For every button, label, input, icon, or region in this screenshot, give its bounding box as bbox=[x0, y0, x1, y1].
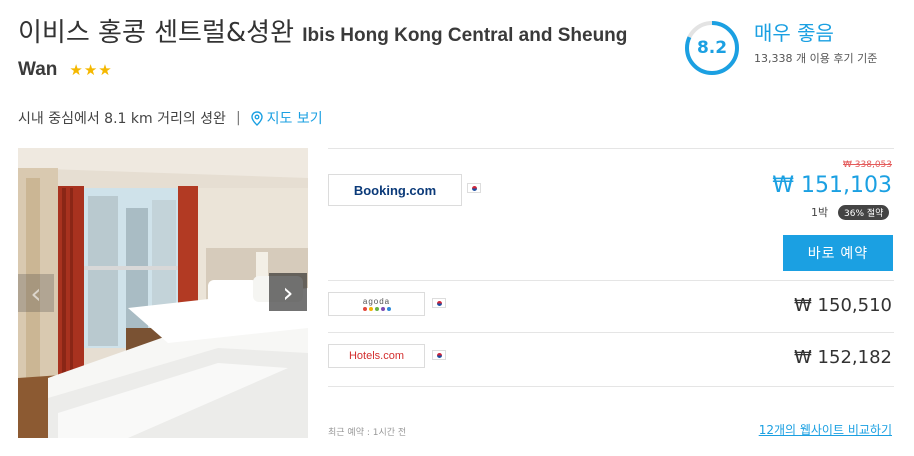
provider-logo-booking[interactable]: Booking.com bbox=[328, 174, 462, 206]
provider-logo-hotels[interactable]: Hotels.com bbox=[328, 344, 425, 368]
photo-next-arrow-icon[interactable]: › bbox=[269, 273, 307, 311]
recent-booking-text: 최근 예약 : 1시간 전 bbox=[328, 428, 407, 438]
hotels-price[interactable]: ₩ 152,182 bbox=[794, 347, 892, 368]
rating-score: 8.2 bbox=[696, 38, 728, 58]
provider-name: Booking.com bbox=[353, 182, 437, 198]
hotel-name-en-cont: Wan bbox=[18, 59, 58, 80]
best-price[interactable]: ₩ 151,103 bbox=[772, 173, 892, 198]
flag-kr-icon bbox=[467, 183, 481, 193]
rating-label: 매우 좋음 bbox=[754, 21, 834, 45]
agoda-price[interactable]: ₩ 150,510 bbox=[794, 295, 892, 316]
flag-kr-icon bbox=[432, 350, 446, 360]
review-count: 13,338 개 이용 후기 기준 bbox=[754, 52, 878, 65]
review-rating[interactable]: 8.2 매우 좋음 13,338 개 이용 후기 기준 bbox=[684, 20, 877, 76]
location-row: 시내 중심에서 8.1 km 거리의 셩완 | 지도 보기 bbox=[18, 108, 323, 128]
map-pin-icon bbox=[250, 110, 263, 126]
star-rating-icon: ★★★ bbox=[69, 61, 113, 79]
original-price: ₩ 338,053 bbox=[843, 160, 892, 170]
book-now-button[interactable]: 바로 예약 bbox=[783, 235, 893, 271]
map-link-label: 지도 보기 bbox=[266, 111, 323, 127]
photo-prev-arrow-icon[interactable]: ‹ bbox=[18, 274, 54, 312]
per-night-label: 1박 bbox=[811, 206, 829, 219]
rating-score-ring: 8.2 bbox=[684, 20, 740, 76]
provider-name: agoda bbox=[362, 297, 391, 306]
divider bbox=[328, 280, 894, 281]
hotel-title: 이비스 홍콩 센트럴&셩완 Ibis Hong Kong Central and… bbox=[18, 16, 658, 81]
hotel-photo[interactable] bbox=[18, 148, 308, 438]
divider bbox=[328, 148, 894, 149]
compare-sites-link[interactable]: 12개의 웹사이트 비교하기 bbox=[759, 421, 892, 438]
provider-logo-agoda[interactable]: agoda bbox=[328, 292, 425, 316]
hotel-name-en: Ibis Hong Kong Central and Sheung bbox=[302, 25, 628, 46]
provider-name: Hotels.com bbox=[348, 350, 405, 362]
distance-text: 시내 중심에서 8.1 km 거리의 셩완 bbox=[18, 111, 226, 127]
flag-kr-icon bbox=[432, 298, 446, 308]
agoda-dots-icon bbox=[362, 307, 391, 311]
location-separator: | bbox=[235, 110, 241, 126]
hotel-name-ko: 이비스 홍콩 센트럴&셩완 bbox=[18, 18, 295, 48]
map-link[interactable]: 지도 보기 bbox=[250, 108, 323, 128]
divider bbox=[328, 332, 894, 333]
discount-badge: 36% 절약 bbox=[838, 205, 890, 220]
divider bbox=[328, 386, 894, 387]
